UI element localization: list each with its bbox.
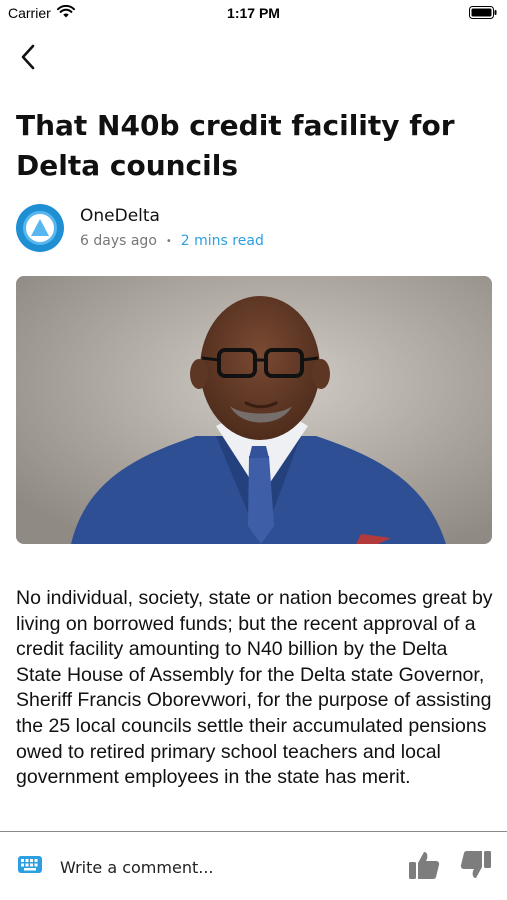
article-title: That N40b credit facility for Delta coun… (16, 109, 455, 182)
status-time: 1:17 PM (227, 5, 280, 21)
author-row: OneDelta 6 days ago • 2 mins read (16, 202, 491, 252)
back-button[interactable] (14, 42, 42, 76)
article-image (16, 276, 492, 544)
article-meta: 6 days ago • 2 mins read (80, 233, 264, 249)
delta-logo-icon (23, 211, 57, 245)
comment-bar (0, 832, 507, 900)
thumbs-down-icon[interactable] (460, 850, 492, 884)
posted-time: 6 days ago (80, 233, 157, 249)
meta-separator: • (165, 235, 172, 247)
keyboard-icon[interactable] (18, 856, 42, 877)
chevron-left-icon (20, 44, 36, 74)
portrait-illustration (16, 276, 492, 544)
thumbs-up-icon[interactable] (408, 850, 440, 884)
comment-input[interactable] (60, 858, 360, 877)
battery-icon (469, 6, 497, 22)
article-body: No individual, society, state or nation … (16, 587, 493, 789)
avatar[interactable] (16, 204, 64, 252)
read-time: 2 mins read (180, 233, 264, 249)
author-name[interactable]: OneDelta (80, 206, 160, 226)
status-bar: Carrier 1:17 PM (0, 0, 507, 28)
